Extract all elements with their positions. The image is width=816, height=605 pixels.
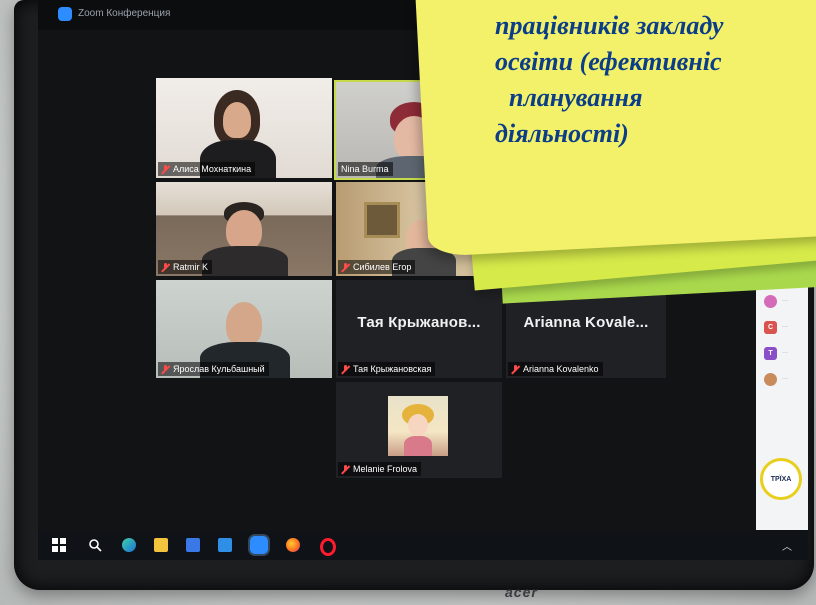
participant-name: Melanie Frolova xyxy=(353,464,418,474)
participant-face xyxy=(223,102,251,138)
opera-icon[interactable] xyxy=(320,538,336,556)
mic-muted-icon xyxy=(511,364,520,374)
participant-list-text: ··· xyxy=(782,350,788,356)
monitor-brand-logo: acer xyxy=(505,584,538,600)
zoom-taskbar-icon[interactable] xyxy=(250,536,268,554)
participant-name: Сибилев Егор xyxy=(353,262,412,272)
participant-list-text: ··· xyxy=(782,324,788,330)
participant-name-tag: Ярослав Кульбашный xyxy=(158,362,269,376)
participant-tile[interactable]: Алиса Мохнаткина xyxy=(156,78,332,178)
store-icon[interactable] xyxy=(186,538,200,552)
cartoon-face xyxy=(408,414,428,436)
sticky-note-line: освіти (ефективніс xyxy=(495,47,722,76)
firefox-icon[interactable] xyxy=(286,538,300,552)
participant-name: Тая Крыжановская xyxy=(353,364,432,374)
participant-tile[interactable]: Ярослав Кульбашный xyxy=(156,280,332,378)
logo-text: ТРЇХА xyxy=(770,475,792,483)
chevron-up-icon[interactable]: ︿ xyxy=(782,538,796,553)
participant-avatar[interactable] xyxy=(764,373,777,386)
cartoon-body xyxy=(404,436,432,456)
edge-browser-icon[interactable] xyxy=(122,538,136,552)
participant-name: Алиса Мохнаткина xyxy=(173,164,252,174)
windows-start-icon[interactable] xyxy=(52,538,66,552)
participant-list-text: ··· xyxy=(782,376,788,382)
avatar-initials: C xyxy=(767,324,774,331)
participant-name-tag: Тая Крыжановская xyxy=(338,362,436,376)
participant-name-tag: Arianna Kovalenko xyxy=(508,362,603,376)
sticky-note-line: працівників закладу xyxy=(495,11,724,40)
mic-muted-icon xyxy=(161,164,170,174)
mic-muted-icon xyxy=(341,364,350,374)
participant-list-text: ··· xyxy=(782,298,788,304)
participant-name-tag: Ratmir K xyxy=(158,260,213,274)
windows-taskbar: ︿ xyxy=(38,530,808,560)
participant-body xyxy=(202,246,288,276)
participant-name: Nina Burma xyxy=(341,164,389,174)
participant-tile[interactable]: Тая Крыжанов... Тая Крыжановская xyxy=(336,280,502,378)
mic-muted-icon xyxy=(161,262,170,272)
participant-display-name: Arianna Kovale... xyxy=(523,314,649,331)
mic-muted-icon xyxy=(341,262,350,272)
mail-icon[interactable] xyxy=(218,538,232,552)
school-logo: ТРЇХА xyxy=(760,458,802,500)
wall-picture xyxy=(364,202,400,238)
participant-tile[interactable]: Ratmir K xyxy=(156,182,332,276)
participant-name-tag: Сибилев Егор xyxy=(338,260,416,274)
window-title: Zoom Конференция xyxy=(78,8,171,19)
mic-muted-icon xyxy=(341,464,350,474)
participant-name: Ярослав Кульбашный xyxy=(173,364,265,374)
sticky-note-line: діяльності) xyxy=(495,119,629,148)
search-icon[interactable] xyxy=(88,538,102,552)
participant-face xyxy=(226,210,262,250)
participant-avatar[interactable]: C xyxy=(764,321,777,334)
participant-avatar[interactable] xyxy=(764,295,777,308)
participant-name: Ratmir K xyxy=(173,262,209,272)
avatar-initials: T xyxy=(768,350,773,357)
participant-display-name: Тая Крыжанов... xyxy=(357,314,481,331)
participant-face xyxy=(226,302,262,346)
participant-avatar[interactable]: T xyxy=(764,347,777,360)
profile-picture xyxy=(388,396,448,456)
participant-name: Arianna Kovalenko xyxy=(523,364,599,374)
zoom-app-icon xyxy=(58,7,72,21)
mic-muted-icon xyxy=(161,364,170,374)
participant-name-tag: Melanie Frolova xyxy=(338,462,422,476)
file-explorer-icon[interactable] xyxy=(154,538,168,552)
photo-background: Zoom Конференция Алиса Мохнаткина Nina B… xyxy=(0,0,816,605)
sticky-note-text: працівників закладу освіти (ефективніс п… xyxy=(495,8,816,152)
participant-name-tag: Nina Burma xyxy=(338,162,393,176)
participant-tile[interactable]: Melanie Frolova xyxy=(336,382,502,478)
participant-name-tag: Алиса Мохнаткина xyxy=(158,162,256,176)
sticky-note-line: планування xyxy=(509,83,643,112)
